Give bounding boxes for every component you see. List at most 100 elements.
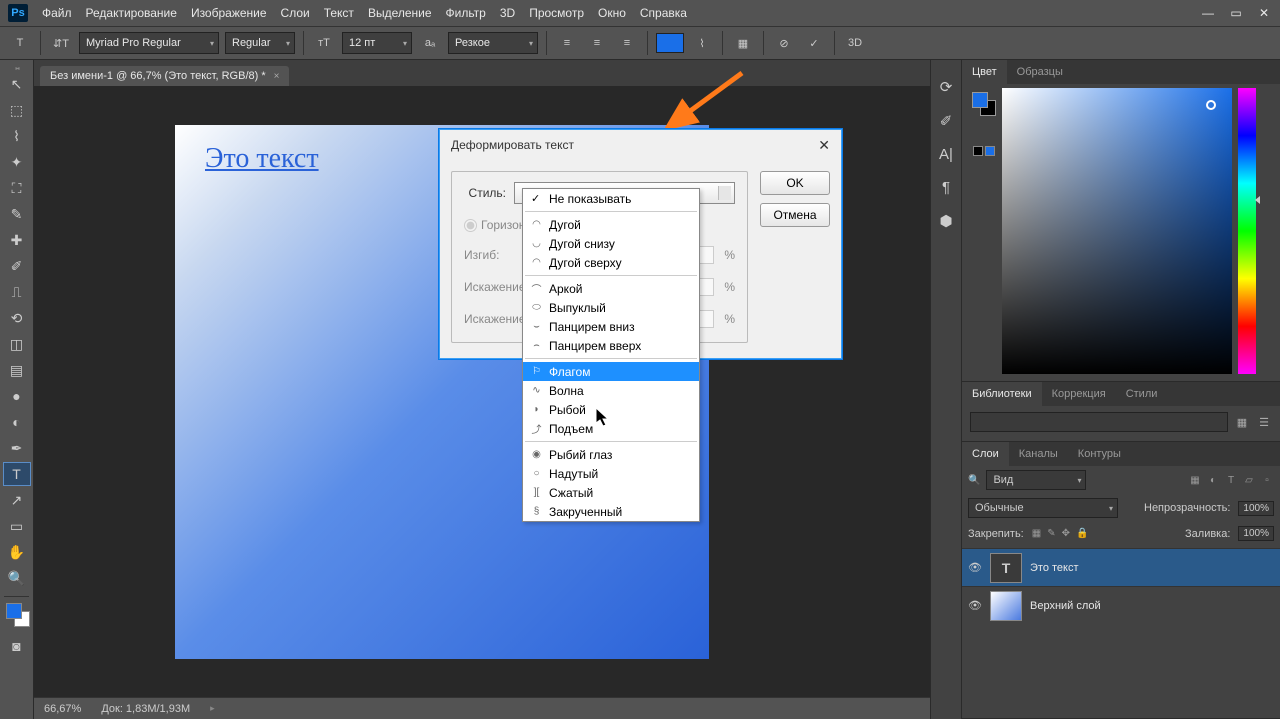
- tab-channels[interactable]: Каналы: [1009, 442, 1068, 466]
- color-picker[interactable]: [3, 602, 31, 632]
- font-size-dropdown[interactable]: 12 пт: [342, 32, 412, 54]
- pen-tool-icon[interactable]: ✒: [3, 436, 31, 460]
- align-right-icon[interactable]: ≡: [615, 31, 639, 55]
- lock-trans-icon[interactable]: ▦: [1032, 528, 1041, 539]
- cancel-button[interactable]: Отмена: [760, 203, 830, 227]
- warp-text-icon[interactable]: ⌇: [690, 31, 714, 55]
- visibility-icon[interactable]: 👁: [968, 561, 982, 574]
- font-weight-dropdown[interactable]: Regular: [225, 32, 295, 54]
- tab-adjustments[interactable]: Коррекция: [1042, 382, 1116, 406]
- toolbar-grip[interactable]: [0, 64, 33, 72]
- fill-value[interactable]: 100%: [1238, 526, 1274, 541]
- lasso-tool-icon[interactable]: ⌇: [3, 124, 31, 148]
- tab-color[interactable]: Цвет: [962, 60, 1007, 84]
- menu-text[interactable]: Текст: [324, 6, 354, 20]
- grid-view-icon[interactable]: ▦: [1234, 414, 1250, 430]
- brushes-dock-icon[interactable]: ✐: [940, 112, 953, 130]
- close-tab-icon[interactable]: ×: [274, 71, 280, 82]
- opacity-value[interactable]: 100%: [1238, 501, 1274, 516]
- library-dropdown[interactable]: [970, 412, 1228, 432]
- dd-item-wave[interactable]: ∿Волна: [523, 381, 699, 400]
- menu-filter[interactable]: Фильтр: [446, 6, 486, 20]
- dd-item-arc-upper[interactable]: ◠Дугой сверху: [523, 253, 699, 272]
- hand-tool-icon[interactable]: ✋: [3, 540, 31, 564]
- document-tab[interactable]: Без имени-1 @ 66,7% (Это текст, RGB/8) *…: [40, 66, 289, 86]
- dialog-close-icon[interactable]: ✕: [818, 137, 830, 154]
- text-orientation-icon[interactable]: ⇵T: [49, 31, 73, 55]
- 3d-icon[interactable]: 3D: [843, 31, 867, 55]
- layer-kind-dropdown[interactable]: Вид: [986, 470, 1086, 490]
- dd-item-bulge[interactable]: ⬭Выпуклый: [523, 298, 699, 317]
- eyedropper-tool-icon[interactable]: ✎: [3, 202, 31, 226]
- filter-adj-icon[interactable]: ◐: [1206, 473, 1220, 487]
- wand-tool-icon[interactable]: ✦: [3, 150, 31, 174]
- lock-pos-icon[interactable]: ✥: [1062, 528, 1070, 539]
- history-brush-tool-icon[interactable]: ⟲: [3, 306, 31, 330]
- filter-shape-icon[interactable]: ▱: [1242, 473, 1256, 487]
- visibility-icon[interactable]: 👁: [968, 599, 982, 612]
- hue-slider[interactable]: [1238, 88, 1256, 374]
- dd-item-twist[interactable]: §Закрученный: [523, 502, 699, 521]
- fgbg-swatch[interactable]: [972, 92, 996, 116]
- list-view-icon[interactable]: ☰: [1256, 414, 1272, 430]
- cancel-icon[interactable]: ⊘: [772, 31, 796, 55]
- color-field[interactable]: [1002, 88, 1232, 374]
- 3d-dock-icon[interactable]: ⬢: [939, 212, 952, 230]
- align-left-icon[interactable]: ≡: [555, 31, 579, 55]
- dd-item-none[interactable]: Не показывать: [523, 189, 699, 208]
- menu-3d[interactable]: 3D: [500, 6, 515, 20]
- menu-file[interactable]: Файл: [42, 6, 72, 20]
- layer-item[interactable]: 👁 Верхний слой: [962, 586, 1280, 624]
- tab-paths[interactable]: Контуры: [1068, 442, 1131, 466]
- dd-item-fisheye[interactable]: ◉Рыбий глаз: [523, 445, 699, 464]
- ok-button[interactable]: OK: [760, 171, 830, 195]
- dd-item-arch[interactable]: ⌒Аркой: [523, 279, 699, 298]
- lock-all-icon[interactable]: 🔒: [1076, 528, 1088, 539]
- menu-image[interactable]: Изображение: [191, 6, 267, 20]
- dd-item-shell-upper[interactable]: ⌢Панцирем вверх: [523, 336, 699, 355]
- character-panel-icon[interactable]: ▦: [731, 31, 755, 55]
- marquee-tool-icon[interactable]: ⬚: [3, 98, 31, 122]
- dd-item-shell-lower[interactable]: ⌣Панцирем вниз: [523, 317, 699, 336]
- dodge-tool-icon[interactable]: ◐: [3, 410, 31, 434]
- path-select-tool-icon[interactable]: ↗: [3, 488, 31, 512]
- gradient-tool-icon[interactable]: ▤: [3, 358, 31, 382]
- tab-swatches[interactable]: Образцы: [1007, 60, 1073, 84]
- char-dock-icon[interactable]: A|: [939, 146, 953, 163]
- history-dock-icon[interactable]: ⟳: [940, 78, 953, 96]
- antialias-dropdown[interactable]: Резкое: [448, 32, 538, 54]
- menu-edit[interactable]: Редактирование: [86, 6, 177, 20]
- dd-item-fish[interactable]: ◗Рыбой: [523, 400, 699, 419]
- commit-icon[interactable]: ✓: [802, 31, 826, 55]
- dd-item-flag[interactable]: ⚐Флагом: [523, 362, 699, 381]
- layer-item[interactable]: 👁 T Это текст: [962, 548, 1280, 586]
- menu-layers[interactable]: Слои: [281, 6, 310, 20]
- text-color-swatch[interactable]: [656, 33, 684, 53]
- move-tool-icon[interactable]: ↖: [3, 72, 31, 96]
- minimize-icon[interactable]: —: [1200, 5, 1216, 21]
- blend-mode-dropdown[interactable]: Обычные: [968, 498, 1118, 518]
- layer-name[interactable]: Это текст: [1030, 562, 1079, 574]
- tab-layers[interactable]: Слои: [962, 442, 1009, 466]
- menu-select[interactable]: Выделение: [368, 6, 432, 20]
- align-center-icon[interactable]: ≡: [585, 31, 609, 55]
- layer-name[interactable]: Верхний слой: [1030, 600, 1101, 612]
- menu-help[interactable]: Справка: [640, 6, 687, 20]
- eraser-tool-icon[interactable]: ◫: [3, 332, 31, 356]
- crop-tool-icon[interactable]: ⛶: [3, 176, 31, 200]
- tab-libraries[interactable]: Библиотеки: [962, 382, 1042, 406]
- quick-mask-icon[interactable]: ◙: [3, 634, 31, 658]
- dd-item-squeeze[interactable]: ][Сжатый: [523, 483, 699, 502]
- dd-item-arc-lower[interactable]: ◡Дугой снизу: [523, 234, 699, 253]
- close-icon[interactable]: ✕: [1256, 5, 1272, 21]
- brush-tool-icon[interactable]: ✐: [3, 254, 31, 278]
- shape-tool-icon[interactable]: ▭: [3, 514, 31, 538]
- lock-paint-icon[interactable]: ✎: [1047, 528, 1055, 539]
- filter-pixel-icon[interactable]: ▦: [1188, 473, 1202, 487]
- paragraph-dock-icon[interactable]: ¶: [942, 179, 950, 196]
- font-family-dropdown[interactable]: Myriad Pro Regular: [79, 32, 219, 54]
- dd-item-arc[interactable]: ◠Дугой: [523, 215, 699, 234]
- maximize-icon[interactable]: ▭: [1228, 5, 1244, 21]
- zoom-tool-icon[interactable]: 🔍: [3, 566, 31, 590]
- blur-tool-icon[interactable]: ●: [3, 384, 31, 408]
